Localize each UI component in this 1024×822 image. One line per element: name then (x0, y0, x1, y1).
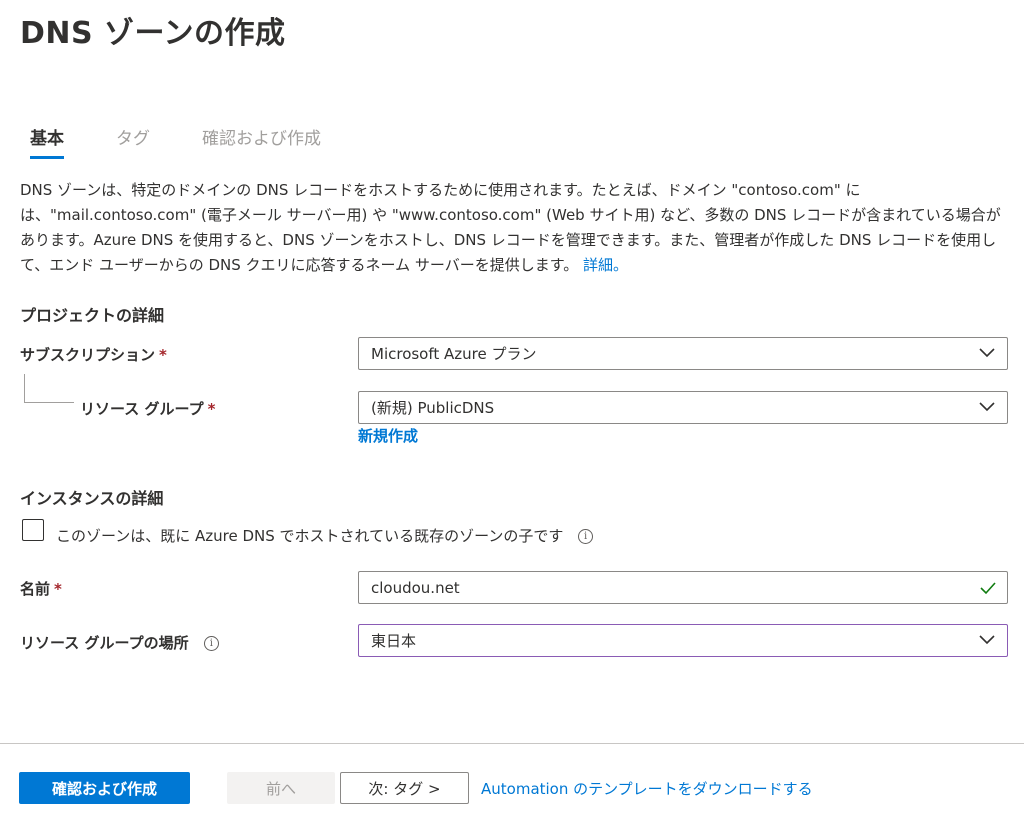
resource-group-value: (新規) PublicDNS (371, 399, 495, 417)
info-icon[interactable]: i (203, 636, 219, 651)
subscription-value: Microsoft Azure プラン (371, 345, 537, 363)
page-title: DNS ゾーンの作成 (20, 16, 286, 51)
required-marker: * (159, 346, 167, 364)
tab-tags[interactable]: タグ (106, 124, 160, 159)
tab-basics[interactable]: 基本 (20, 124, 74, 159)
create-new-link[interactable]: 新規作成 (358, 425, 418, 446)
instance-details-heading: インスタンスの詳細 (20, 489, 164, 508)
review-create-button[interactable]: 確認および作成 (19, 772, 190, 804)
next-tags-button[interactable]: 次: タグ > (340, 772, 469, 804)
location-value: 東日本 (371, 632, 417, 650)
resource-group-label: リソース グループ * (80, 398, 215, 419)
subscription-dropdown[interactable]: Microsoft Azure プラン (358, 337, 1008, 370)
info-icon[interactable]: i (578, 529, 594, 544)
name-value: cloudou.net (371, 578, 460, 597)
resource-group-dropdown[interactable]: (新規) PublicDNS (358, 391, 1008, 424)
previous-button[interactable]: 前へ (227, 772, 335, 804)
subscription-label-text: サブスクリプション (20, 346, 156, 364)
location-label-text: リソース グループの場所 (20, 634, 189, 652)
name-input[interactable]: cloudou.net (358, 571, 1008, 604)
learn-more-link[interactable]: 詳細。 (583, 256, 628, 274)
name-label: 名前 * (20, 578, 62, 599)
tab-bar: 基本 タグ 確認および作成 (20, 124, 363, 159)
required-marker: * (207, 400, 216, 418)
chevron-down-icon (979, 635, 995, 645)
description: DNS ゾーンは、特定のドメインの DNS レコードをホストするために使用されま… (20, 178, 1010, 278)
checkmark-icon (980, 582, 996, 595)
location-label: リソース グループの場所 i (20, 632, 219, 653)
footer-divider (0, 743, 1024, 744)
child-zone-label-text: このゾーンは、既に Azure DNS でホストされている既存のゾーンの子です (56, 527, 564, 545)
child-zone-label: このゾーンは、既に Azure DNS でホストされている既存のゾーンの子です … (56, 525, 594, 546)
chevron-down-icon (979, 348, 995, 358)
name-label-text: 名前 (20, 580, 51, 598)
subscription-label: サブスクリプション * (20, 344, 167, 365)
location-dropdown[interactable]: 東日本 (358, 624, 1008, 657)
tree-connector (24, 374, 74, 403)
chevron-down-icon (979, 402, 995, 412)
project-details-heading: プロジェクトの詳細 (20, 306, 165, 325)
description-text: DNS ゾーンは、特定のドメインの DNS レコードをホストするために使用されま… (20, 181, 1001, 274)
tab-review-create[interactable]: 確認および作成 (192, 124, 331, 159)
required-marker: * (54, 580, 62, 598)
download-template-link[interactable]: Automation のテンプレートをダウンロードする (481, 778, 813, 799)
child-zone-checkbox[interactable] (22, 519, 44, 541)
resource-group-label-text: リソース グループ (80, 400, 204, 418)
